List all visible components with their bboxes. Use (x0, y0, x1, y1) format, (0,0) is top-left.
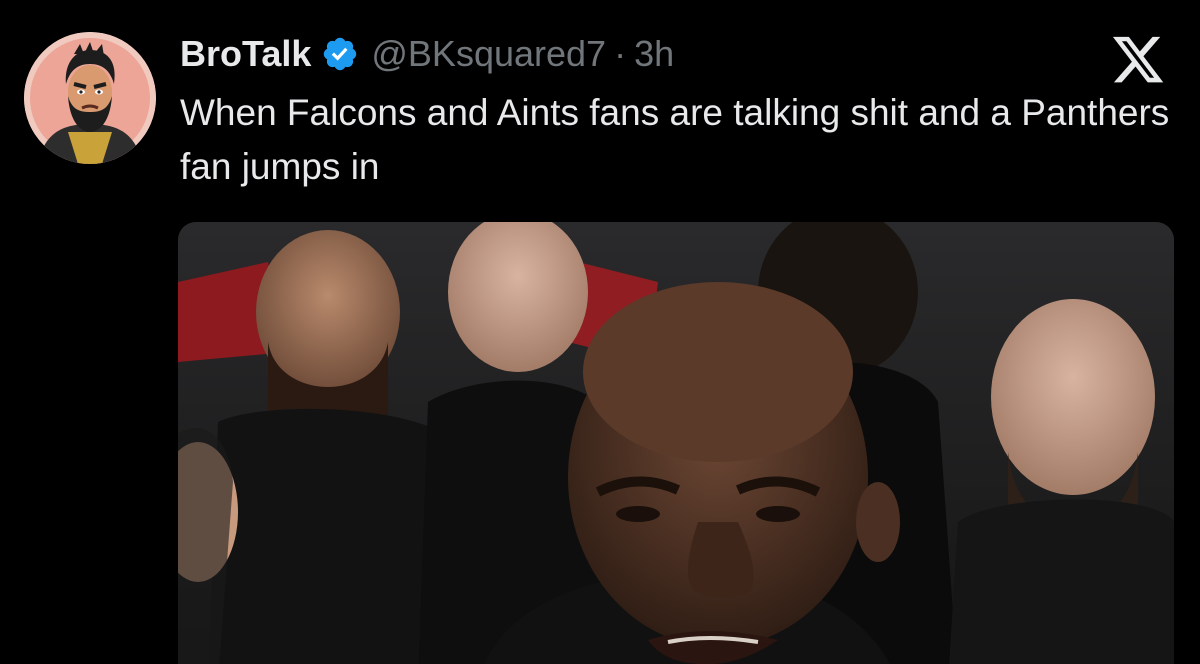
tweet-media[interactable] (178, 222, 1174, 664)
media-image (178, 222, 1174, 664)
tweet-card: BroTalk @BKsquared7 · 3h When Falcons an… (0, 0, 1200, 664)
avatar[interactable] (24, 32, 156, 164)
x-logo-icon[interactable] (1110, 36, 1166, 88)
tweet-header: BroTalk @BKsquared7 · 3h (180, 28, 674, 80)
separator-dot: · (614, 33, 627, 74)
verified-badge-icon (321, 35, 359, 73)
tweet-timestamp[interactable]: 3h (634, 33, 674, 75)
tweet-text: When Falcons and Aints fans are talking … (180, 92, 1170, 187)
avatar-illustration (24, 32, 156, 164)
author-display-name[interactable]: BroTalk (180, 33, 311, 75)
author-handle[interactable]: @BKsquared7 (371, 33, 606, 75)
